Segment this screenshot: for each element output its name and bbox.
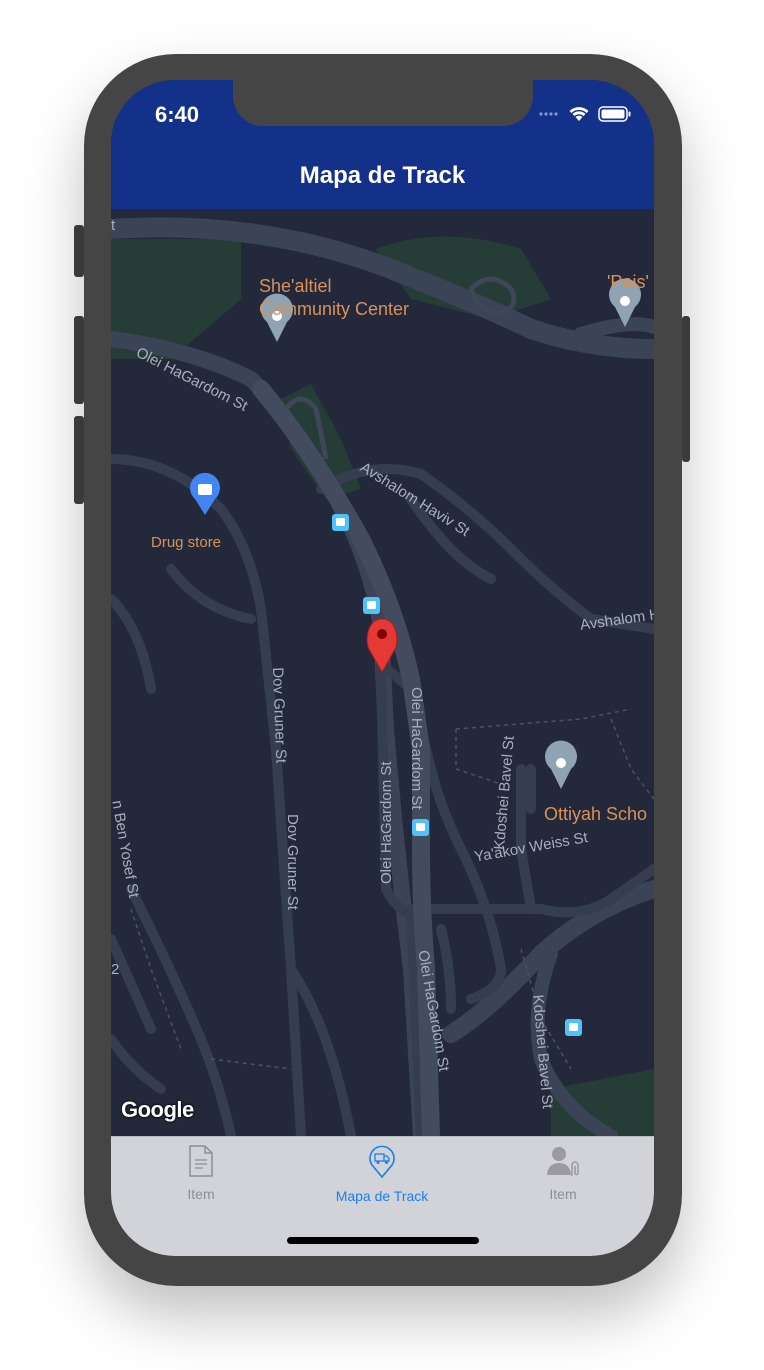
power-button (682, 316, 690, 462)
street-label: Olei HaGardom St (378, 761, 395, 884)
tab-label: Item (187, 1186, 215, 1202)
navigation-bar: 6:40 Mapa de Track (111, 80, 654, 209)
status-time: 6:40 (155, 102, 200, 127)
street-label: Dov Gruner St (284, 814, 301, 910)
poi-community-center[interactable]: She'altiel Community Center (259, 275, 409, 321)
status-icons (538, 106, 632, 122)
tab-bar: Item Mapa de Track Item (111, 1136, 654, 1256)
notch (233, 80, 533, 126)
volume-down-button (74, 416, 84, 504)
tab-label: Mapa de Track (335, 1188, 429, 1204)
map-view[interactable]: She'altiel Community Center 'Pais' Drug … (111, 209, 654, 1136)
poi-school[interactable]: Ottiyah Scho (544, 803, 647, 826)
map-roads (111, 217, 654, 1136)
street-label: Olei HaGardom St (408, 687, 425, 810)
google-logo: Google (121, 1097, 194, 1122)
wifi-icon (569, 107, 589, 121)
battery-icon (598, 106, 631, 122)
nav-title: Mapa de Track (299, 162, 466, 189)
tab-item-2[interactable]: Item (473, 1145, 653, 1202)
tab-mapa-de-track[interactable]: Mapa de Track (292, 1145, 472, 1204)
tab-item-1[interactable]: Item (111, 1145, 291, 1202)
poi-pais[interactable]: 'Pais' (607, 271, 649, 294)
street-label: t (111, 217, 116, 234)
cellular-signal-icon (539, 112, 558, 116)
document-icon (189, 1145, 213, 1177)
screen: She'altiel Community Center 'Pais' Drug … (111, 80, 654, 1256)
poi-drug-store[interactable]: Drug store (151, 531, 221, 554)
street-label: Dov Gruner St (269, 667, 290, 764)
volume-up-button (74, 316, 84, 404)
home-indicator[interactable] (287, 1237, 479, 1244)
street-label: 2 (111, 961, 120, 978)
person-clip-icon (547, 1147, 579, 1176)
tab-label: Item (549, 1186, 577, 1202)
mute-switch (74, 225, 84, 277)
truck-pin-icon (369, 1145, 395, 1179)
